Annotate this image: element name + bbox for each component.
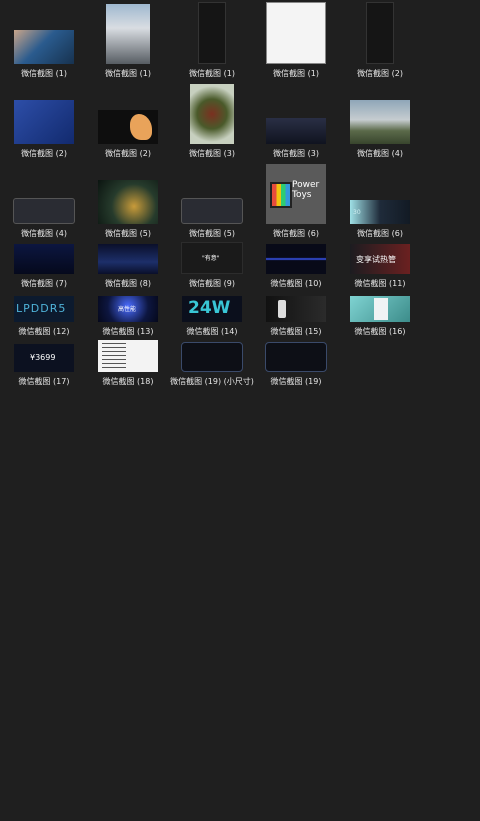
thumbnail-image [198,2,226,64]
file-name: 微信截图 (18) [102,377,154,386]
file-item[interactable]: 微信截图 (19) (小尺寸) [170,310,254,387]
file-name: 微信截图 (4) [357,149,403,158]
file-item[interactable]: 微信截图 (4) [338,82,422,159]
thumbnail-image [266,2,326,64]
thumbnail-image [266,118,326,144]
thumbnail-image [106,4,150,64]
file-item[interactable]: ¥3699 微信截图 (17) [2,310,86,387]
file-item[interactable]: 微信截图 (2) [338,2,422,79]
file-name: 微信截图 (2) [357,69,403,78]
file-item[interactable]: 微信截图 (1) [2,2,86,79]
file-name: 微信截图 (17) [18,377,70,386]
thumbnail-image [366,2,394,64]
file-name: 微信截图 (1) [21,69,67,78]
file-item[interactable]: 微信截图 (2) [2,82,86,159]
thumbnail-image [181,342,243,372]
file-item[interactable]: 微信截图 (1) [170,2,254,79]
file-name: 微信截图 (19) (小尺寸) [170,377,254,386]
thumbnail-image [265,342,327,372]
thumbnail-text: ¥3699 [30,353,56,362]
file-name: 微信截图 (1) [273,69,319,78]
thumbnail-image [350,100,410,144]
file-item[interactable]: 微信截图 (3) [254,82,338,159]
thumbnail-image [98,110,158,144]
file-name: 微信截图 (2) [21,149,67,158]
thumbnail-image [14,30,74,64]
thumbnail-image [190,84,234,144]
thumbnail-image [98,340,158,372]
file-item[interactable]: 微信截图 (2) [86,82,170,159]
powertoys-logo-icon [270,182,292,208]
file-item[interactable]: 微信截图 (18) [86,310,170,387]
file-name: 微信截图 (1) [105,69,151,78]
file-name: 微信截图 (3) [273,149,319,158]
file-thumbnail-grid: 微信截图 (1) 微信截图 (1) 微信截图 (1) 微信截图 (1) 微信截图… [0,0,480,821]
file-item[interactable]: 微信截图 (1) [254,2,338,79]
thumbnail-image [14,100,74,144]
file-name: 微信截图 (19) [270,377,322,386]
file-item[interactable]: 微信截图 (1) [86,2,170,79]
file-name: 微信截图 (1) [189,69,235,78]
thumbnail-image [350,296,410,322]
thumbnail-image: ¥3699 [14,344,74,372]
file-name: 微信截图 (3) [189,149,235,158]
file-name: 微信截图 (16) [354,327,406,336]
file-item[interactable]: 微信截图 (3) [170,82,254,159]
file-item[interactable]: 微信截图 (16) [338,260,422,337]
file-item[interactable]: 微信截图 (19) [254,310,338,387]
thumbnail-text: Power Toys [292,180,320,200]
file-name: 微信截图 (2) [105,149,151,158]
